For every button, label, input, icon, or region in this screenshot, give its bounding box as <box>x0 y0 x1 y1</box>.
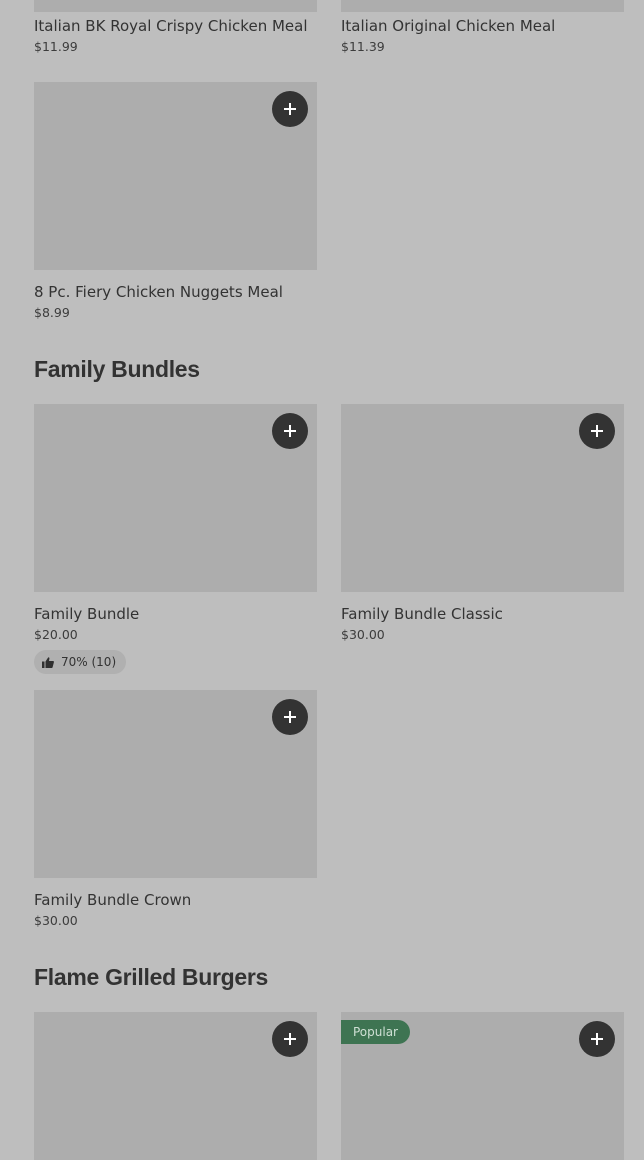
add-to-cart-button[interactable] <box>272 413 308 449</box>
plus-icon <box>284 425 296 437</box>
item-image[interactable] <box>34 690 317 878</box>
item-price: $30.00 <box>341 627 385 642</box>
item-price: $8.99 <box>34 305 70 320</box>
section-title-family-bundles: Family Bundles <box>34 356 200 382</box>
add-to-cart-button[interactable] <box>579 413 615 449</box>
item-image[interactable] <box>34 404 317 592</box>
plus-icon <box>591 1033 603 1045</box>
add-to-cart-button[interactable] <box>272 699 308 735</box>
item-image[interactable] <box>34 0 317 12</box>
item-image[interactable] <box>341 404 624 592</box>
item-name: Family Bundle Crown <box>34 891 192 909</box>
menu-item-card[interactable]: 8 Pc. Fiery Chicken Nuggets Meal $8.99 <box>34 82 317 321</box>
item-price: $30.00 <box>34 913 78 928</box>
item-name: Italian BK Royal Crispy Chicken Meal <box>34 17 308 35</box>
rating-badge: 70% (10) <box>34 650 127 674</box>
item-name: Family Bundle Classic <box>341 605 503 623</box>
rating-text: 70% (10) <box>61 655 117 669</box>
menu-item-card[interactable]: Popular <box>341 1012 624 1160</box>
item-image[interactable] <box>34 1012 317 1160</box>
plus-icon <box>284 1033 296 1045</box>
plus-icon <box>284 711 296 723</box>
menu-item-card[interactable]: Italian Original Chicken Meal $11.39 <box>341 0 624 55</box>
menu-item-card[interactable]: Family Bundle Classic $30.00 <box>341 404 624 643</box>
popular-badge: Popular <box>341 1020 410 1044</box>
item-name: Italian Original Chicken Meal <box>341 17 556 35</box>
item-price: $11.39 <box>341 39 385 54</box>
plus-icon <box>591 425 603 437</box>
item-price: $11.99 <box>34 39 78 54</box>
menu-page: Italian BK Royal Crispy Chicken Meal $11… <box>0 0 644 1160</box>
item-name: 8 Pc. Fiery Chicken Nuggets Meal <box>34 283 283 301</box>
item-image[interactable] <box>34 82 317 270</box>
item-image[interactable] <box>341 0 624 12</box>
item-price: $20.00 <box>34 627 78 642</box>
add-to-cart-button[interactable] <box>579 1021 615 1057</box>
plus-icon <box>284 103 296 115</box>
section-title-flame-grilled-burgers: Flame Grilled Burgers <box>34 964 268 990</box>
item-name: Family Bundle <box>34 605 140 623</box>
menu-item-card[interactable] <box>34 1012 317 1160</box>
add-to-cart-button[interactable] <box>272 1021 308 1057</box>
menu-item-card[interactable]: Family Bundle Crown $30.00 <box>34 690 317 929</box>
menu-item-card[interactable]: Italian BK Royal Crispy Chicken Meal $11… <box>34 0 317 55</box>
menu-item-card[interactable]: Family Bundle $20.00 70% (10) <box>34 404 317 674</box>
thumbs-up-icon <box>42 656 54 668</box>
add-to-cart-button[interactable] <box>272 91 308 127</box>
item-image[interactable]: Popular <box>341 1012 624 1160</box>
